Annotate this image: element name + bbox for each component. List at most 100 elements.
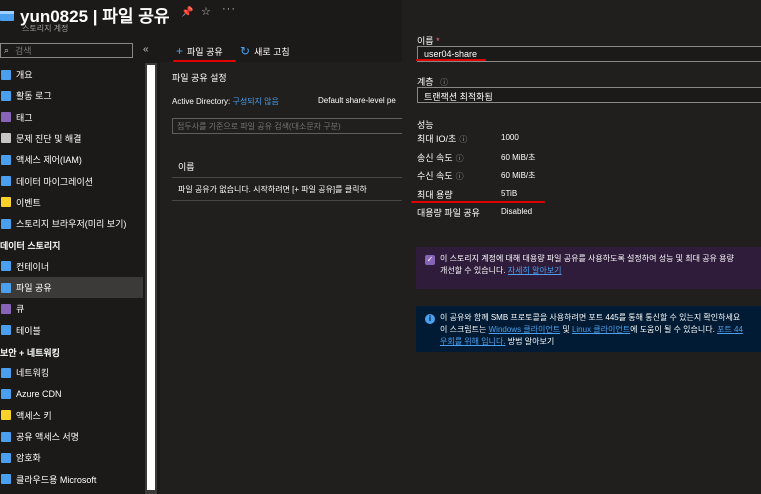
- sidebar-item-label: 태그: [16, 112, 33, 123]
- performance-label-text: 최대 IO/초: [417, 134, 457, 144]
- header-divider: [172, 177, 408, 178]
- sidebar-section-heading: 보안 + 네트워킹: [0, 347, 60, 358]
- annotation-underline: [411, 201, 545, 203]
- smb-info-line3-b: 방법 알아보기: [507, 337, 555, 346]
- performance-label: 송신 속도 ⓘ: [417, 151, 464, 164]
- search-icon: ⌕: [4, 45, 10, 55]
- sidebar-item[interactable]: 테이블: [0, 320, 143, 341]
- link-icon: [1, 431, 11, 442]
- sidebar-item-label: 네트워킹: [16, 368, 50, 379]
- share-permission-label: Default share-level pe: [318, 96, 396, 105]
- tier-dropdown[interactable]: 트랜잭션 최적화됨: [417, 87, 761, 103]
- windows-client-link[interactable]: Windows 클라이언트: [489, 325, 560, 334]
- more-options-icon[interactable]: ···: [222, 3, 236, 15]
- sidebar-item[interactable]: 태그: [0, 107, 143, 128]
- star-icon[interactable]: ☆: [201, 5, 211, 18]
- info-icon[interactable]: ⓘ: [440, 78, 448, 87]
- linux-client-link[interactable]: Linux 클라이언트: [572, 325, 630, 334]
- overview-icon: [1, 69, 11, 80]
- menu-search-input[interactable]: [15, 45, 127, 56]
- column-header-name[interactable]: 이름: [178, 160, 195, 173]
- smb-info-line1: 이 공유와 함께 SMB 프로토콜을 사용하려면 포트 445를 통해 통신할 …: [440, 313, 741, 322]
- info-icon[interactable]: ⓘ: [459, 135, 467, 144]
- sidebar-item[interactable]: 암호화: [0, 447, 143, 468]
- sidebar-item[interactable]: 액세스 제어(IAM): [0, 149, 143, 170]
- sidebar-item[interactable]: 컨테이너: [0, 256, 143, 277]
- smb-info-line2-a: 이 스크립트는: [440, 325, 487, 334]
- menu-scrollbar-thumb[interactable]: [147, 65, 155, 490]
- sidebar-item[interactable]: 데이터 마이그레이션: [0, 171, 143, 192]
- storage-account-icon: [0, 11, 14, 21]
- sidebar-item[interactable]: 큐: [0, 298, 143, 319]
- sidebar-item[interactable]: 공유 액세스 서명: [0, 426, 143, 447]
- sidebar-item-label: 스토리지 브라우저(미리 보기): [16, 219, 127, 230]
- container-icon: [1, 261, 11, 272]
- performance-label-text: 최대 용량: [417, 189, 453, 200]
- sidebar-item-label: 파일 공유: [16, 283, 52, 293]
- plus-icon: +: [176, 44, 184, 58]
- sidebar-item[interactable]: 파일 공유: [0, 277, 143, 298]
- workaround-link[interactable]: 우회를 위해 입니다.: [440, 337, 506, 346]
- sidebar-item[interactable]: 문제 진단 및 해결: [0, 128, 143, 149]
- table-icon: [1, 325, 11, 336]
- name-label-text: 이름: [417, 36, 434, 46]
- active-directory-row: Active Directory: 구성되지 않음 Default share-…: [172, 96, 396, 107]
- pin-icon[interactable]: 📌: [181, 7, 193, 18]
- large-share-info-banner: ✓ 이 스토리지 계정에 대해 대용량 파일 공유를 사용하도록 설정하여 성능…: [416, 247, 761, 289]
- performance-value: 60 MiB/초: [501, 152, 536, 162]
- sidebar-item[interactable]: 스토리지 브라우저(미리 보기): [0, 213, 143, 234]
- activity-log-icon: [1, 90, 11, 101]
- sidebar-item[interactable]: Azure CDN: [0, 384, 143, 405]
- performance-label: 수신 속도 ⓘ: [417, 169, 464, 182]
- performance-value: 1000: [501, 133, 519, 142]
- performance-value: Disabled: [501, 207, 533, 216]
- sidebar-item-label: 큐: [16, 304, 25, 315]
- active-directory-link[interactable]: 구성되지 않음: [232, 97, 278, 106]
- sidebar-item-label: 암호화: [16, 453, 41, 464]
- active-directory-label: Active Directory:: [172, 97, 231, 106]
- collapse-menu-button[interactable]: «: [143, 44, 149, 55]
- sidebar-item-label: 컨테이너: [16, 261, 50, 272]
- iam-icon: [1, 154, 11, 165]
- file-share-filter[interactable]: [172, 118, 408, 134]
- key-icon: [1, 410, 11, 421]
- empty-state-message: 파일 공유가 없습니다. 시작하려면 [+ 파일 공유]를 클릭하: [178, 185, 367, 194]
- sidebar-item-label: 문제 진단 및 해결: [16, 133, 82, 144]
- refresh-label: 새로 고침: [254, 46, 290, 57]
- info-icon[interactable]: ⓘ: [456, 154, 464, 163]
- sidebar-item[interactable]: 네트워킹: [0, 362, 143, 383]
- menu-scrollbar[interactable]: [145, 63, 157, 494]
- required-marker: *: [436, 36, 440, 46]
- performance-label-text: 수신 속도: [417, 171, 453, 181]
- sidebar-item[interactable]: 개요: [0, 64, 143, 85]
- sidebar-item-label: Azure CDN: [16, 389, 62, 399]
- sidebar-item[interactable]: 액세스 키: [0, 405, 143, 426]
- file-share-filter-input[interactable]: [173, 119, 407, 133]
- sidebar-item[interactable]: 이벤트: [0, 192, 143, 213]
- page-header: yun0825 | 파일 공유 스토리지 계정 📌 ☆ ···: [0, 0, 402, 40]
- menu-search-box[interactable]: ⌕: [0, 43, 133, 58]
- new-file-share-panel: 이름 * 계층 ⓘ 트랜잭션 최적화됨 성능 최대 IO/초ⓘ1000송신 속도…: [402, 0, 761, 494]
- performance-value: 5TiB: [501, 188, 518, 198]
- performance-value: 60 MiB/초: [501, 171, 536, 180]
- command-bar: + 파일 공유 ↻ 새로 고침: [160, 40, 402, 62]
- sidebar-item[interactable]: 클라우드용 Microsoft: [0, 469, 143, 490]
- file-share-settings-title: 파일 공유 설정: [172, 73, 227, 83]
- add-file-share-label: 파일 공유: [187, 46, 223, 57]
- port-445-link[interactable]: 포트 44: [717, 325, 743, 334]
- performance-label-text: 송신 속도: [417, 152, 453, 163]
- large-share-info-line2: 개선할 수 있습니다.: [440, 266, 506, 275]
- performance-title: 성능: [417, 120, 434, 130]
- sidebar-item-label: 클라우드용 Microsoft: [16, 474, 97, 485]
- add-file-share-button[interactable]: + 파일 공유: [176, 44, 223, 58]
- smb-info-line2-c: 에 도움이 될 수 있습니다.: [630, 325, 715, 334]
- tier-selected-value: 트랜잭션 최적화됨: [424, 92, 493, 102]
- networking-icon: [1, 367, 11, 378]
- learn-more-link[interactable]: 자세히 알아보기: [508, 266, 562, 275]
- sidebar-item[interactable]: 활동 로그: [0, 85, 143, 106]
- info-icon[interactable]: ⓘ: [456, 172, 464, 181]
- refresh-button[interactable]: ↻ 새로 고침: [240, 44, 290, 58]
- storage-browser-icon: [1, 218, 11, 229]
- sidebar-item-label: 이벤트: [16, 197, 41, 208]
- sidebar-section-heading: 데이터 스토리지: [0, 241, 61, 252]
